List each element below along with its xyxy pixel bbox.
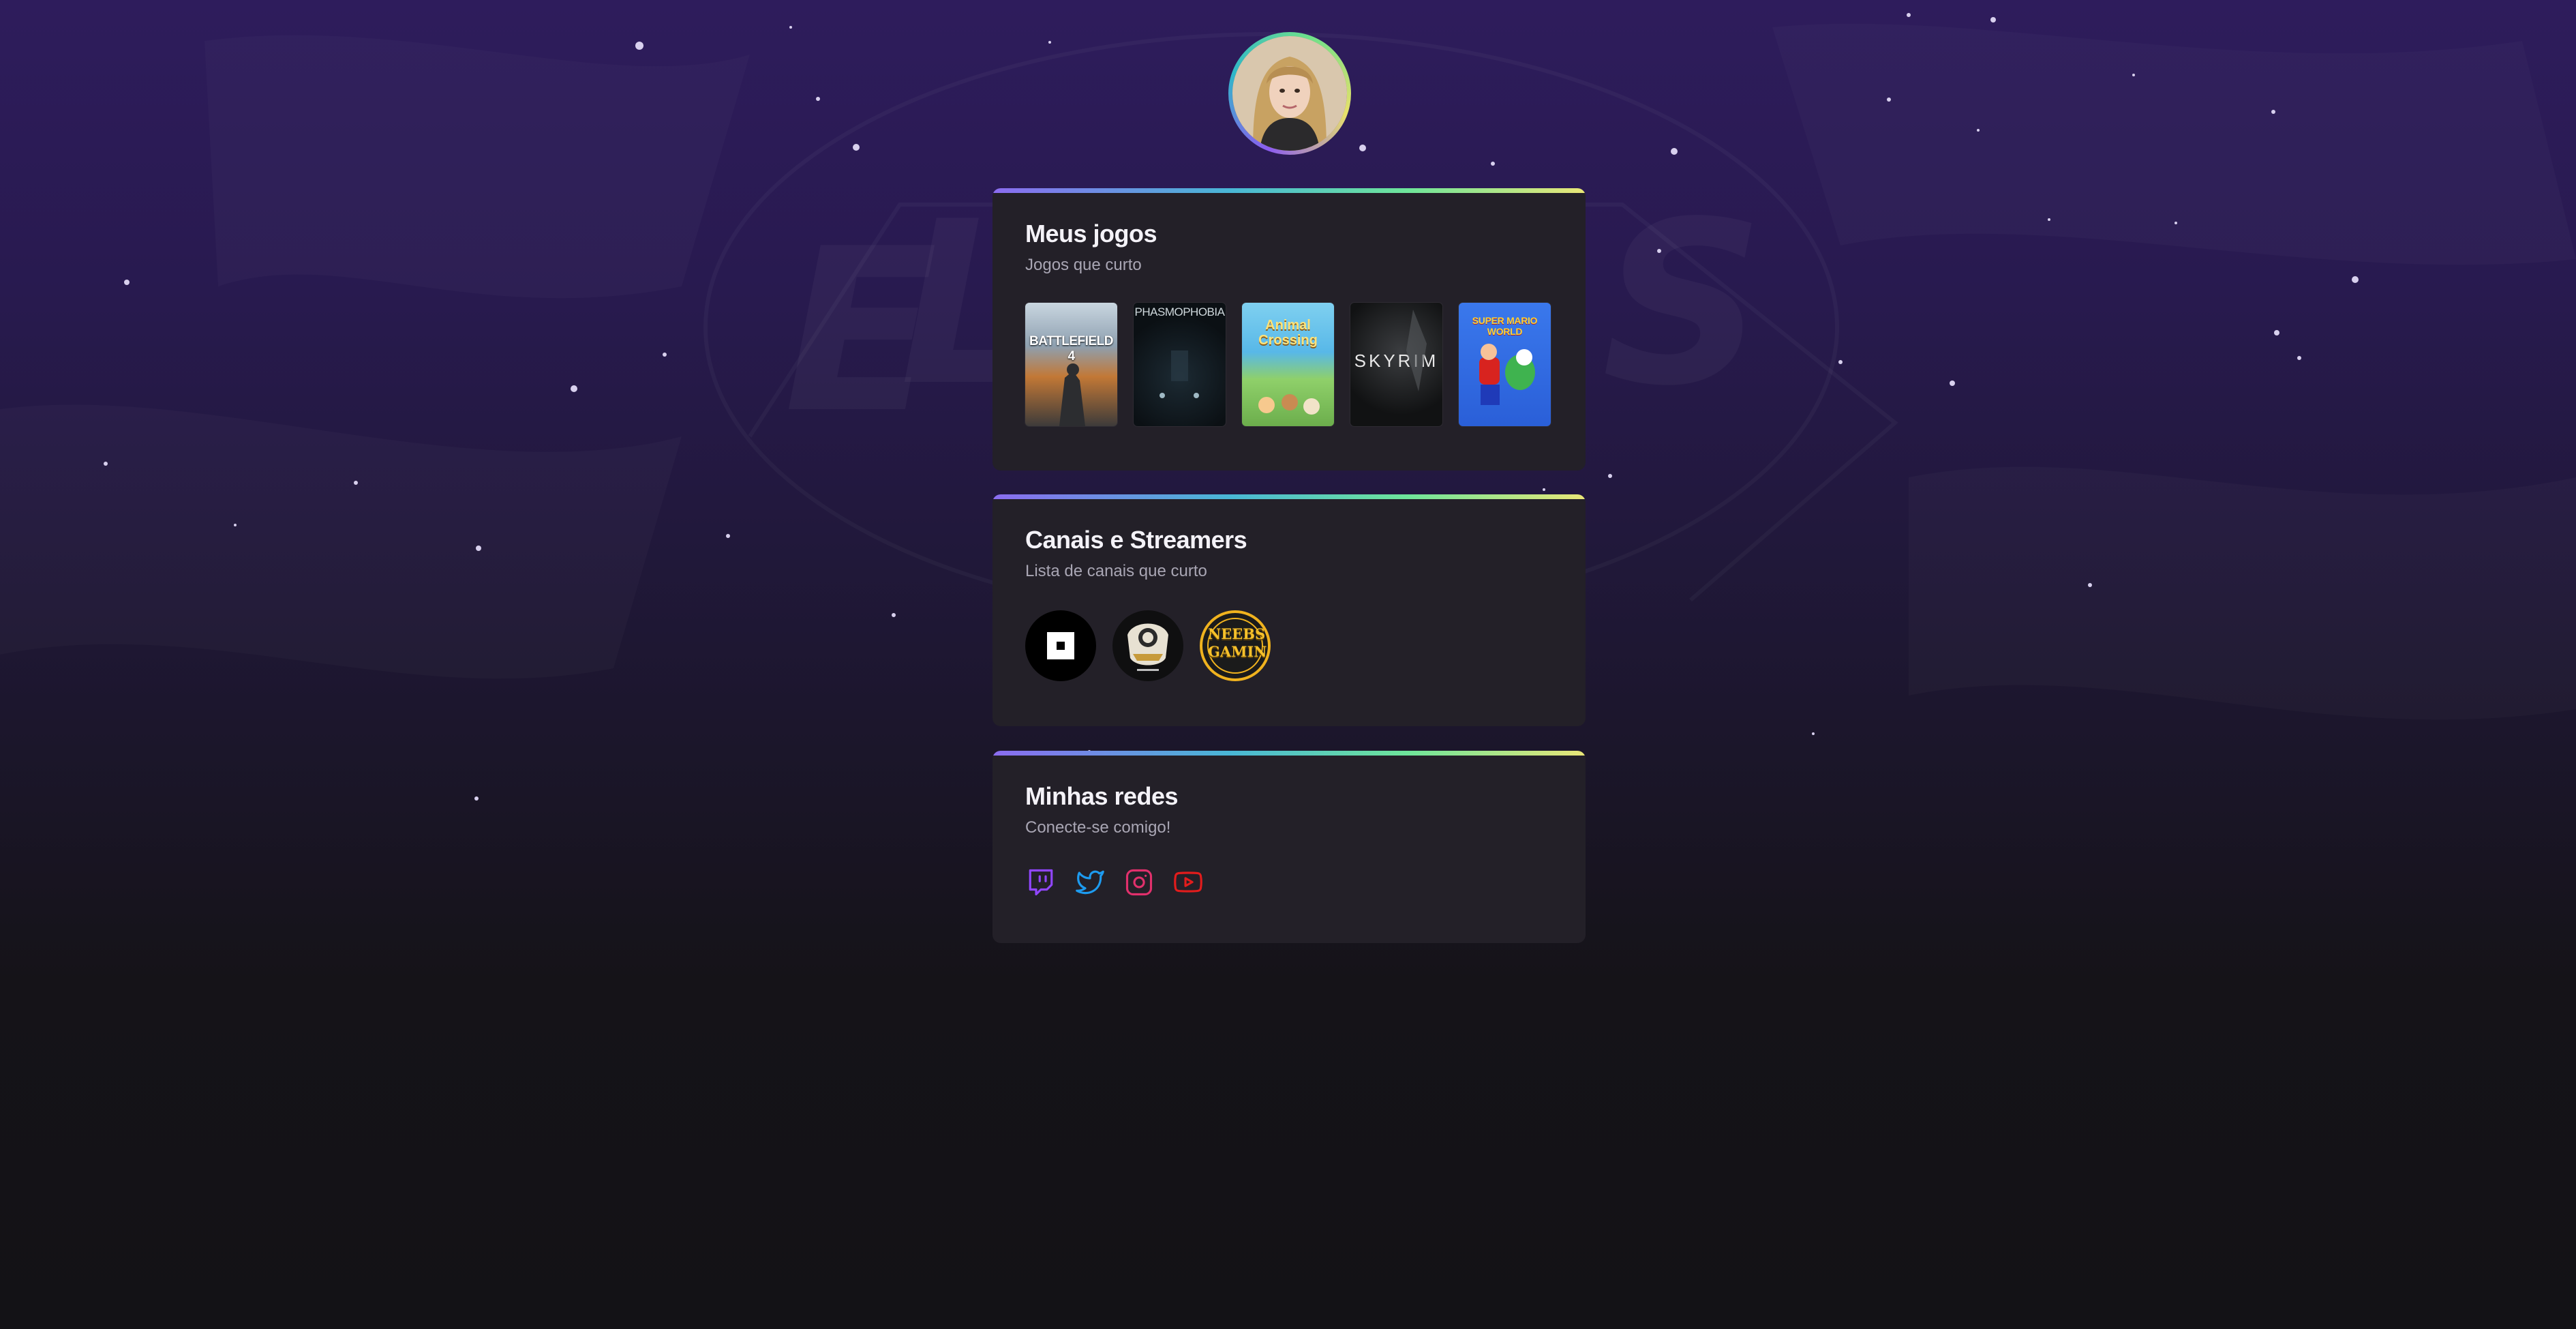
socials-card: Minhas redes Conecte-se comigo! <box>992 751 1586 943</box>
game-cover-phasmophobia[interactable]: PHASMOPHOBIA <box>1134 303 1226 426</box>
game-cover-skyrim[interactable]: SKYRIM <box>1350 303 1442 426</box>
game-title-animal-crossing: Animal Crossing <box>1258 318 1318 348</box>
youtube-link[interactable] <box>1172 867 1204 898</box>
svg-text:E: E <box>784 200 937 462</box>
game-cover-super-mario-world[interactable]: SUPER MARIO WORLD <box>1459 303 1551 426</box>
socials-subtitle: Conecte-se comigo! <box>1025 818 1171 837</box>
square-logo-icon <box>1047 632 1074 659</box>
games-list: BATTLEFIELD 4 PHASMOPHOBIA Animal Crossi… <box>1025 303 1553 426</box>
channels-card: Canais e Streamers Lista de canais que c… <box>992 494 1586 726</box>
games-card: Meus jogos Jogos que curto BATTLEFIELD 4… <box>992 188 1586 471</box>
channels-subtitle: Lista de canais que curto <box>1025 562 1207 580</box>
game-title-super-mario-world: SUPER MARIO WORLD <box>1472 315 1538 337</box>
avatar-photo <box>1232 36 1347 151</box>
instagram-icon <box>1125 869 1153 896</box>
social-links <box>1025 867 1553 898</box>
profile-avatar <box>1228 32 1351 155</box>
game-title-phasmophobia: PHASMOPHOBIA <box>1134 305 1225 318</box>
game-cover-animal-crossing[interactable]: Animal Crossing <box>1242 303 1334 426</box>
twitch-icon <box>1029 869 1053 896</box>
crest-logo-icon <box>1127 623 1168 671</box>
youtube-icon <box>1174 871 1202 893</box>
games-title: Meus jogos <box>1025 220 1157 248</box>
channel-crest-logo[interactable] <box>1112 610 1183 681</box>
svg-text:S: S <box>1602 173 1764 435</box>
twitter-icon <box>1076 870 1104 895</box>
channel-neebs-gaming[interactable]: NEEBS GAMING <box>1200 610 1271 681</box>
twitch-link[interactable] <box>1025 867 1057 898</box>
neebs-gaming-label: NEEBS GAMING <box>1208 625 1268 660</box>
socials-title: Minhas redes <box>1025 782 1179 810</box>
instagram-link[interactable] <box>1123 867 1155 898</box>
channels-list: NEEBS GAMING <box>1025 610 1553 681</box>
games-subtitle: Jogos que curto <box>1025 256 1142 274</box>
game-cover-battlefield[interactable]: BATTLEFIELD 4 <box>1025 303 1117 426</box>
channel-square-logo[interactable] <box>1025 610 1096 681</box>
channels-title: Canais e Streamers <box>1025 526 1247 554</box>
twitter-link[interactable] <box>1074 867 1106 898</box>
